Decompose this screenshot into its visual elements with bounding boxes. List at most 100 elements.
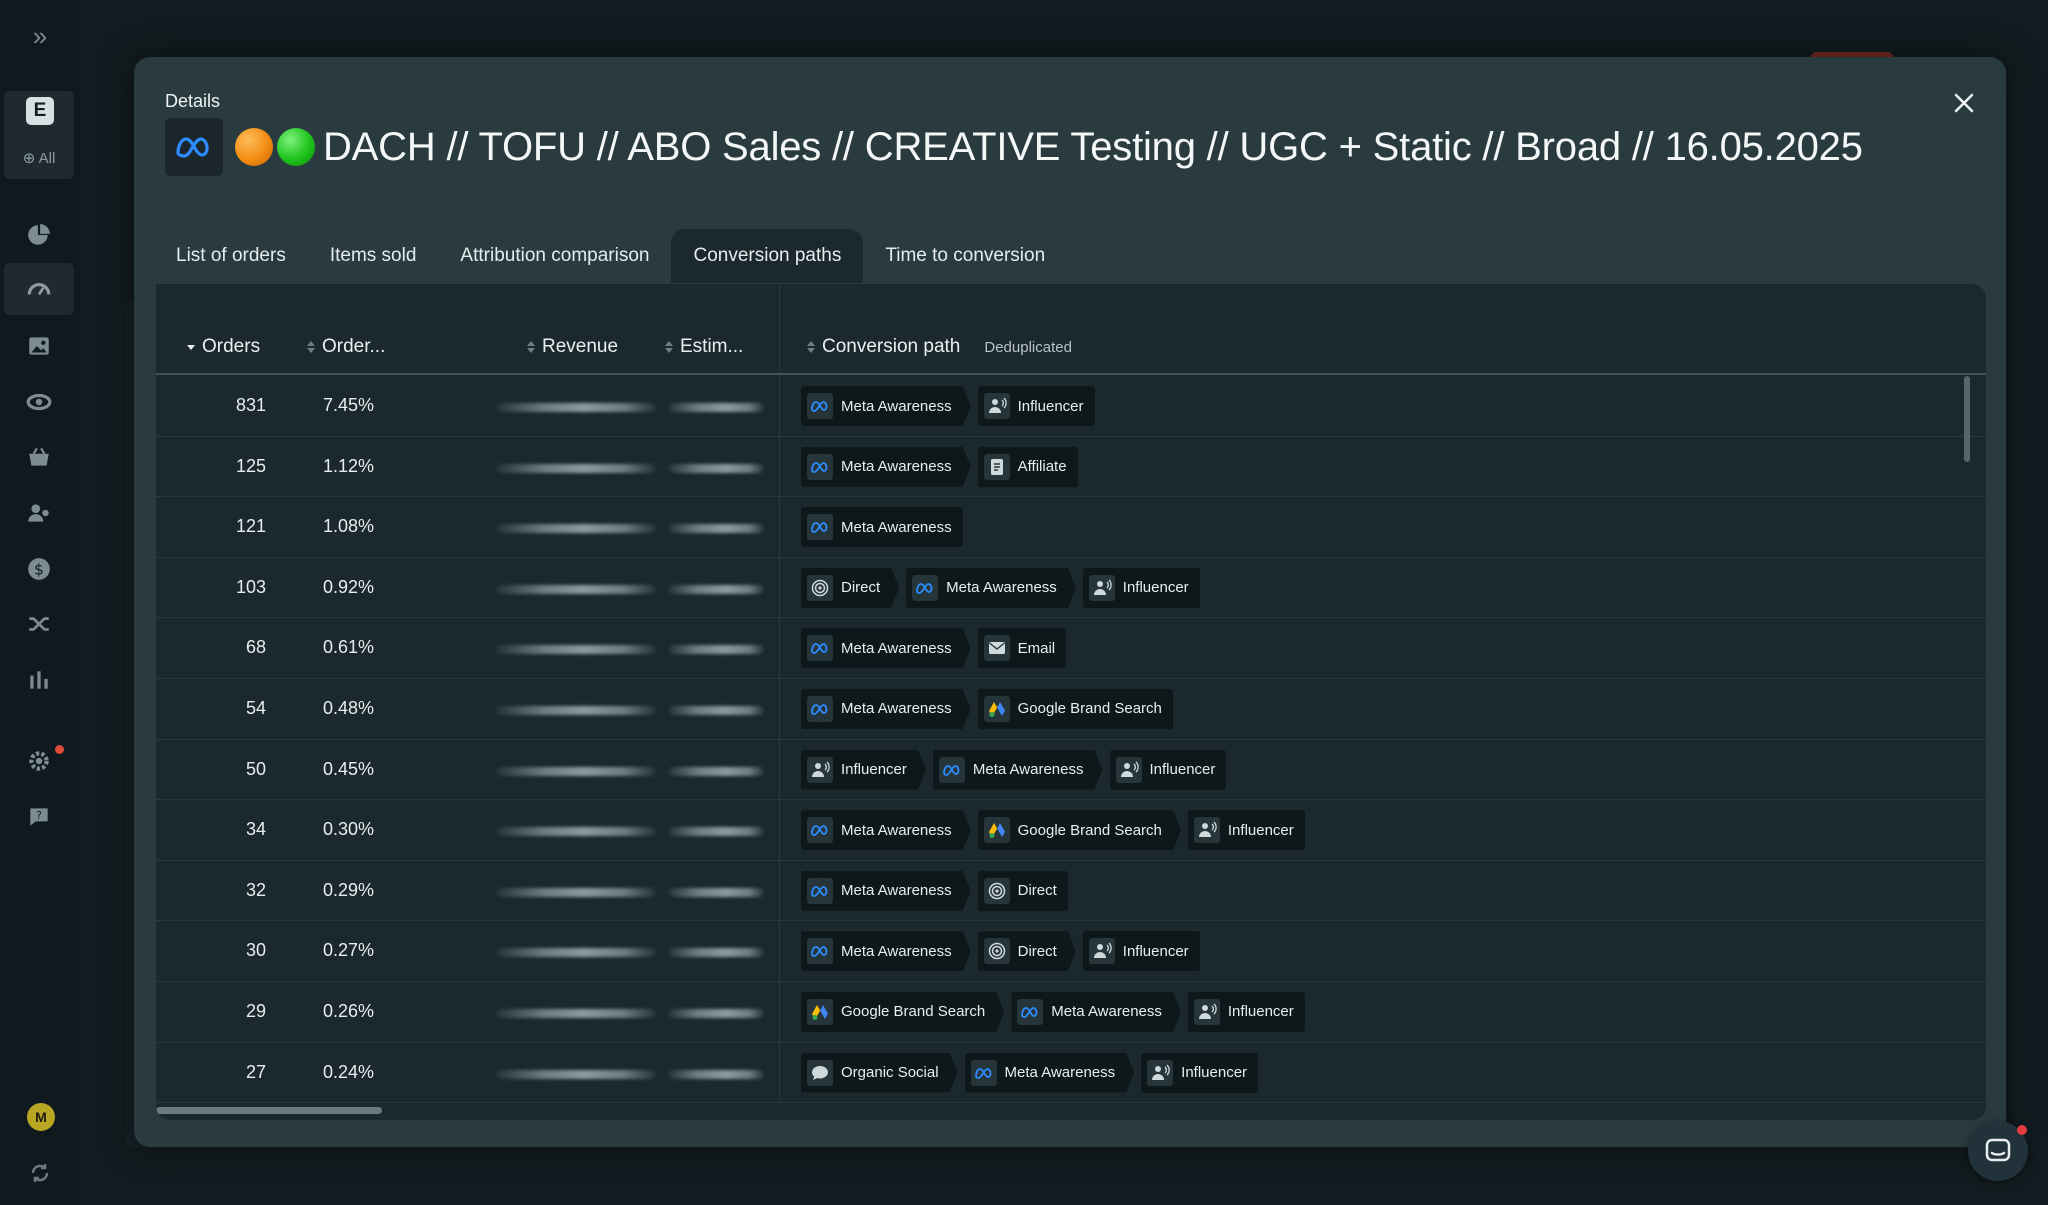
shuffle-icon[interactable] [4, 598, 74, 650]
header-conversion-path[interactable]: Conversion path Deduplicated [806, 336, 1072, 358]
path-step-chip[interactable]: Meta Awareness [801, 689, 971, 729]
path-step-chip[interactable]: Influencer [1082, 931, 1200, 972]
path-step-chip[interactable]: Influencer [801, 750, 926, 790]
tab-list-of-orders[interactable]: List of orders [154, 229, 308, 283]
chat-notification-dot [2017, 1125, 2027, 1135]
meta-icon [1017, 999, 1043, 1025]
close-icon[interactable] [1948, 87, 1980, 119]
header-estimated[interactable]: Estim... [664, 336, 743, 358]
path-step-chip[interactable]: Meta Awareness [801, 871, 971, 911]
table-row[interactable]: 27 0.24% Organic Social Meta Awareness Influ… [156, 1043, 1986, 1104]
path-step-chip[interactable]: Influencer [1141, 1052, 1259, 1093]
table-row[interactable]: 68 0.61% Meta Awareness Email [156, 618, 1986, 679]
table-row[interactable]: 30 0.27% Meta Awareness Direct Influencer [156, 921, 1986, 982]
path-step-chip[interactable]: Direct [977, 870, 1068, 911]
status-dot-green [277, 128, 315, 166]
revenue-cell-redacted [496, 887, 656, 897]
estimated-cell-redacted [668, 463, 764, 473]
tab-time-to-conversion[interactable]: Time to conversion [863, 229, 1067, 283]
table-row[interactable]: 54 0.48% Meta Awareness Google Brand Search [156, 679, 1986, 740]
table-row[interactable]: 103 0.92% Direct Meta Awareness Influencer [156, 558, 1986, 619]
path-step-chip[interactable]: Google Brand Search [978, 810, 1181, 850]
path-step-chip[interactable]: Meta Awareness [801, 447, 971, 487]
revenue-cell-redacted [496, 705, 656, 715]
path-step-chip[interactable]: Affiliate [977, 446, 1078, 487]
tab-attribution-comparison[interactable]: Attribution comparison [438, 229, 671, 283]
path-step-chip[interactable]: Influencer [1187, 991, 1305, 1032]
tab-items-sold[interactable]: Items sold [308, 229, 439, 283]
path-step-label: Organic Social [841, 1064, 939, 1082]
sync-icon[interactable] [28, 1161, 52, 1185]
path-step-label: Meta Awareness [841, 821, 952, 839]
horizontal-scrollbar[interactable] [156, 1107, 382, 1114]
path-step-chip[interactable]: Meta Awareness [801, 507, 963, 548]
conversion-path: Organic Social Meta Awareness Influencer [801, 1052, 1265, 1093]
revenue-cell-redacted [496, 948, 656, 958]
users-icon[interactable] [4, 487, 74, 539]
path-step-chip[interactable]: Meta Awareness [906, 568, 1076, 608]
estimated-cell-redacted [668, 827, 764, 837]
order-share-cell: 0.29% [323, 879, 375, 900]
expand-sidebar-icon[interactable]: » [26, 22, 54, 50]
path-step-label: Influencer [1017, 397, 1084, 415]
user-avatar[interactable]: M [27, 1103, 55, 1131]
path-step-chip[interactable]: Email [977, 628, 1067, 669]
conversion-path: Direct Meta Awareness Influencer [801, 567, 1207, 608]
sidebar: » E ⊕ All $ ? M [0, 0, 80, 1205]
workspace-switcher[interactable]: E ⊕ All [4, 91, 74, 179]
table-row[interactable]: 29 0.26% Google Brand Search Meta Awareness… [156, 982, 1986, 1043]
path-step-chip[interactable]: Meta Awareness [801, 931, 971, 971]
revenue-cell-redacted [496, 1069, 656, 1079]
settings-icon[interactable] [4, 735, 74, 787]
path-step-chip[interactable]: Meta Awareness [933, 750, 1103, 790]
svg-text:$: $ [34, 560, 44, 578]
table-row[interactable]: 50 0.45% Influencer Meta Awareness Influence… [156, 740, 1986, 801]
path-step-chip[interactable]: Meta Awareness [1011, 992, 1181, 1032]
pie-chart-icon[interactable] [4, 209, 74, 261]
image-icon[interactable] [4, 320, 74, 372]
path-step-chip[interactable]: Influencer [1187, 810, 1305, 851]
table-row[interactable]: 32 0.29% Meta Awareness Direct [156, 861, 1986, 922]
dashboard-gauge-icon[interactable] [4, 263, 74, 315]
path-step-chip[interactable]: Direct [978, 931, 1076, 971]
header-orders[interactable]: Orders [186, 336, 260, 358]
details-modal: Details DACH // TOFU // ABO Sales // CRE… [134, 57, 2006, 1147]
help-icon[interactable]: ? [4, 791, 74, 843]
sort-icon [665, 341, 673, 353]
path-step-chip[interactable]: Meta Awareness [801, 628, 971, 668]
basket-icon[interactable] [4, 431, 74, 483]
path-step-chip[interactable]: Influencer [1082, 567, 1200, 608]
estimated-cell-redacted [668, 584, 764, 594]
header-order-share[interactable]: Order... [306, 336, 385, 358]
table-row[interactable]: 125 1.12% Meta Awareness Affiliate [156, 437, 1986, 498]
path-step-chip[interactable]: Google Brand Search [801, 992, 1004, 1032]
table-row[interactable]: 831 7.45% Meta Awareness Influencer [156, 376, 1986, 437]
path-step-chip[interactable]: Meta Awareness [801, 386, 971, 426]
workspace-avatar: E [26, 97, 54, 125]
path-step-chip[interactable]: Influencer [1109, 749, 1227, 790]
path-step-chip[interactable]: Google Brand Search [977, 688, 1173, 729]
orbit-icon[interactable] [4, 376, 74, 428]
path-step-label: Meta Awareness [841, 458, 952, 476]
header-order-share-label: Order... [322, 336, 386, 357]
tab-conversion-paths[interactable]: Conversion paths [671, 229, 864, 283]
order-share-cell: 1.12% [323, 455, 375, 476]
sort-icon [527, 341, 535, 353]
orders-cell: 34 [245, 819, 266, 840]
conversion-path: Meta Awareness [801, 507, 970, 548]
estimated-cell-redacted [668, 403, 764, 412]
table-row[interactable]: 121 1.08% Meta Awareness [156, 497, 1986, 558]
vertical-scrollbar[interactable] [1964, 376, 1970, 462]
bar-chart-icon[interactable] [4, 654, 74, 706]
conversion-path: Meta Awareness Direct Influencer [801, 931, 1207, 972]
table-row[interactable]: 34 0.30% Meta Awareness Google Brand Search… [156, 800, 1986, 861]
path-step-chip[interactable]: Influencer [977, 386, 1095, 426]
path-step-chip[interactable]: Meta Awareness [965, 1053, 1135, 1093]
path-step-chip[interactable]: Meta Awareness [801, 810, 971, 850]
currency-icon[interactable]: $ [4, 543, 74, 595]
tab-bar: List of orders Items sold Attribution co… [154, 229, 1067, 283]
header-revenue[interactable]: Revenue [526, 336, 618, 358]
path-step-chip[interactable]: Direct [801, 568, 899, 608]
conversion-path: Google Brand Search Meta Awareness Influen… [801, 991, 1312, 1032]
path-step-chip[interactable]: Organic Social [801, 1053, 958, 1093]
